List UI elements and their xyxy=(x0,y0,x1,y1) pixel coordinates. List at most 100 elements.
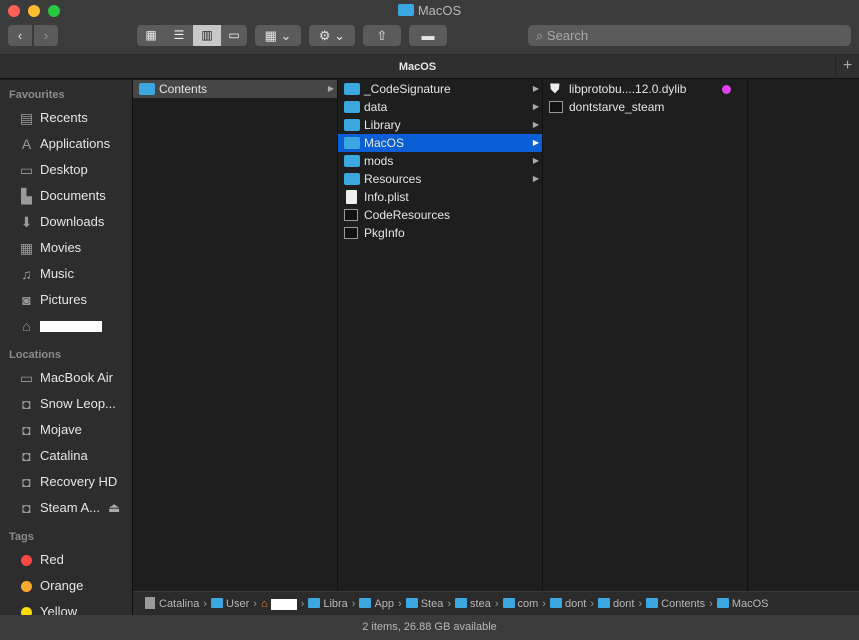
chevron-right-icon: ▶ xyxy=(532,120,539,129)
sidebar-tag[interactable]: Orange xyxy=(0,573,132,599)
sidebar-item-label: Documents xyxy=(40,188,106,203)
status-bar: 2 items, 26.88 GB available xyxy=(0,615,859,640)
path-segment[interactable]: User xyxy=(211,598,249,610)
window-title: MacOS xyxy=(0,3,859,18)
executable-icon xyxy=(344,227,358,239)
sidebar-item-downloads[interactable]: ⬇ Downloads xyxy=(0,209,132,235)
sidebar-item-desktop[interactable]: ▭ Desktop xyxy=(0,157,132,183)
list-item[interactable]: dontstarve_steam xyxy=(543,98,747,116)
share-button[interactable]: ⇧ xyxy=(363,25,401,46)
chevron-right-icon: ▶ xyxy=(532,102,539,111)
tab-macos[interactable]: MacOS xyxy=(0,55,835,79)
gallery-view-button[interactable]: ▭ xyxy=(221,25,247,46)
sidebar-item-label: MacBook Air xyxy=(40,370,113,385)
path-segment[interactable]: Catalina xyxy=(145,597,200,610)
sidebar-location[interactable]: ◘ Recovery HD xyxy=(0,469,132,495)
list-item[interactable]: PkgInfo xyxy=(338,224,542,242)
list-item[interactable]: ⛊ libprotobu....12.0.dylib xyxy=(543,80,747,98)
sidebar-item-home[interactable]: ⌂ xyxy=(0,313,132,339)
path-segment[interactable]: dont xyxy=(549,598,586,610)
path-segment[interactable]: Contents xyxy=(646,598,705,610)
sidebar-item-music[interactable]: ♫ Music xyxy=(0,261,132,287)
folder-icon xyxy=(502,598,515,608)
window-title-text: MacOS xyxy=(417,3,462,18)
column-2: _CodeSignature ▶ data ▶ Library ▶ MacOS ▶ mods ▶ R… xyxy=(338,80,543,591)
search-input[interactable]: ⌕ Search xyxy=(528,25,851,46)
list-item[interactable]: data ▶ xyxy=(338,98,542,116)
sidebar-tag[interactable]: Red xyxy=(0,547,132,573)
sidebar-item-label: Steam A... xyxy=(40,500,100,515)
path-segment[interactable]: dont xyxy=(598,598,634,610)
chevron-right-icon: › xyxy=(590,598,595,610)
forward-button[interactable]: › xyxy=(34,25,58,46)
sidebar-item-label: Applications xyxy=(40,136,111,151)
chevron-right-icon: ▶ xyxy=(532,84,539,93)
item-name: MacOS xyxy=(364,136,405,150)
sidebar-item-applications[interactable]: A Applications xyxy=(0,131,132,157)
path-segment[interactable]: Libra xyxy=(308,598,348,610)
sidebar-location[interactable]: ◘ Snow Leop... xyxy=(0,391,132,417)
item-name: _CodeSignature xyxy=(364,82,451,96)
folder-icon xyxy=(344,101,360,113)
sidebar-location[interactable]: ▭ MacBook Air xyxy=(0,365,132,391)
path-segment[interactable]: App xyxy=(359,598,394,610)
column-1: Contents ▶ xyxy=(133,80,338,591)
path-segment[interactable]: stea xyxy=(455,598,491,610)
eject-icon[interactable]: ⏏ xyxy=(108,495,120,521)
chevron-right-icon: › xyxy=(447,598,452,610)
column-view-button[interactable]: ▥ xyxy=(193,25,221,46)
pictures-icon: ◙ xyxy=(22,292,31,308)
path-segment-label: App xyxy=(374,598,395,610)
sidebar-location[interactable]: ◘ Steam A... ⏏ xyxy=(0,495,132,521)
chevron-right-icon: › xyxy=(253,598,257,610)
chevron-right-icon: › xyxy=(638,598,643,610)
sidebar-item-label: Yellow xyxy=(40,604,78,615)
sidebar-tag[interactable]: Yellow xyxy=(0,599,132,615)
path-segment[interactable]: MacOS xyxy=(716,598,769,610)
icon-view-button[interactable]: ▦ xyxy=(137,25,165,46)
sidebar-location[interactable]: ◘ Catalina xyxy=(0,443,132,469)
item-name: PkgInfo xyxy=(364,226,405,240)
list-item[interactable]: _CodeSignature ▶ xyxy=(338,80,542,98)
sidebar-item-movies[interactable]: ▦ Movies xyxy=(0,235,132,261)
list-item[interactable]: Library ▶ xyxy=(338,116,542,134)
folder-icon xyxy=(646,598,659,608)
disk-icon: ◘ xyxy=(22,422,31,438)
tag-button[interactable]: ▬ xyxy=(409,25,447,46)
chevron-right-icon: › xyxy=(398,598,402,610)
back-button[interactable]: ‹ xyxy=(8,25,32,46)
path-segment-label: stea xyxy=(470,598,491,610)
laptop-icon: ▭ xyxy=(19,370,34,386)
downloads-icon: ⬇ xyxy=(20,214,33,230)
folder-icon xyxy=(549,598,562,608)
tag-color-icon xyxy=(21,555,32,566)
sidebar-item-label: Recents xyxy=(40,110,88,125)
list-item[interactable]: MacOS ▶ xyxy=(338,134,542,152)
sidebar-item-recents[interactable]: ▤ Recents xyxy=(0,105,132,131)
list-item[interactable]: Contents ▶ xyxy=(133,80,337,98)
group-button[interactable]: ▦ ⌄ xyxy=(255,25,301,46)
sidebar-item-documents[interactable]: ▙ Documents xyxy=(0,183,132,209)
list-item[interactable]: CodeResources xyxy=(338,206,542,224)
chevron-right-icon: › xyxy=(351,598,356,610)
path-segment-label: Catalina xyxy=(159,598,200,610)
sidebar-location[interactable]: ◘ Mojave xyxy=(0,417,132,443)
disk-icon: ◘ xyxy=(22,396,31,412)
home-icon: ⌂ xyxy=(22,318,31,334)
path-segment-label: com xyxy=(517,598,539,610)
list-item[interactable]: Resources ▶ xyxy=(338,170,542,188)
folder-icon xyxy=(359,598,372,608)
path-segment[interactable]: Stea xyxy=(405,598,443,610)
list-item[interactable]: Info.plist xyxy=(338,188,542,206)
item-name: data xyxy=(364,100,388,114)
list-item[interactable]: mods ▶ xyxy=(338,152,542,170)
chevron-right-icon: › xyxy=(542,598,546,610)
redacted-username xyxy=(270,598,297,610)
list-view-button[interactable]: ☰ xyxy=(165,25,193,46)
path-segment-label: MacOS xyxy=(731,598,769,610)
tab-bar: MacOS + xyxy=(0,55,859,79)
action-gear-button[interactable]: ⚙ ⌄ xyxy=(309,25,355,46)
new-tab-button[interactable]: + xyxy=(835,55,859,79)
sidebar-item-pictures[interactable]: ◙ Pictures xyxy=(0,287,132,313)
path-segment[interactable]: com xyxy=(502,598,539,610)
